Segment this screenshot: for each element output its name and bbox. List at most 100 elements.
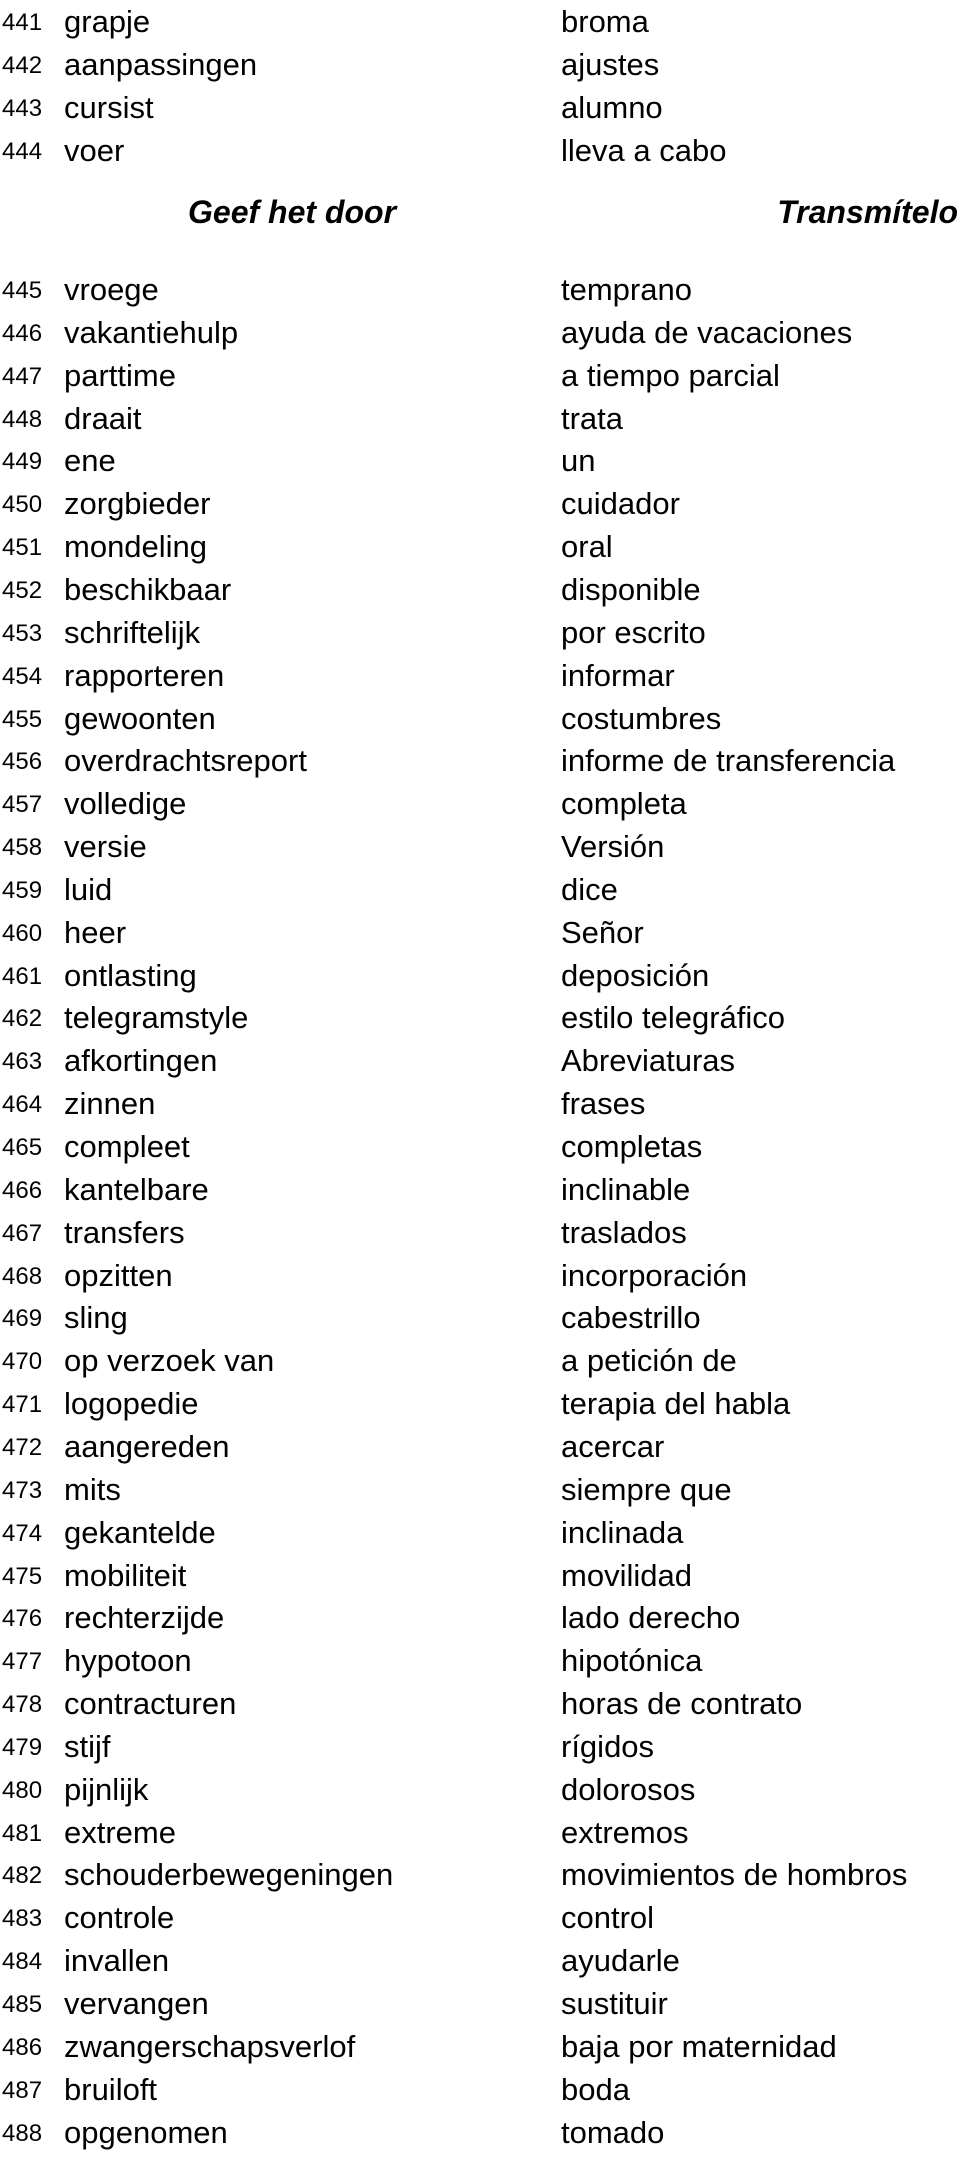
spanish-term: completas: [561, 1129, 703, 1164]
spanish-term: informe de transferencia: [561, 743, 896, 779]
dutch-term: op verzoek van: [64, 1343, 275, 1379]
vocab-row: 454 rapporteren informar: [0, 654, 960, 697]
entry-number: 482: [2, 1862, 43, 1890]
dutch-term: controle: [64, 1900, 175, 1936]
entry-number: 469: [2, 1305, 43, 1333]
dutch-term: compleet: [64, 1129, 190, 1164]
vocab-row: 468 opzitten incorporación: [0, 1254, 960, 1297]
entry-number: 488: [2, 2119, 43, 2147]
vocab-row: 486 zwangerschapsverlof baja por maternida…: [0, 2025, 960, 2068]
vocab-row: 443 cursist alumno: [0, 86, 960, 129]
dutch-term: cursist: [64, 89, 154, 125]
entry-number: 452: [2, 576, 43, 604]
vocab-row: 472 aangereden acercar: [0, 1425, 960, 1468]
spanish-term: ayuda de vacaciones: [561, 314, 853, 350]
vocab-row: 483 controle control: [0, 1896, 960, 1939]
vocab-row: 465 compleet completas: [0, 1125, 960, 1168]
spanish-term: baja por maternidad: [561, 2028, 837, 2064]
dutch-term: voer: [64, 132, 125, 168]
spanish-term: temprano: [561, 272, 692, 307]
spanish-term: traslados: [561, 1214, 687, 1250]
entry-number: 486: [2, 2033, 43, 2061]
spanish-term: sustituir: [561, 1986, 668, 2021]
vocab-row: 487 bruiloft boda: [0, 2068, 960, 2111]
entry-number: 460: [2, 919, 43, 947]
dutch-term: kantelbare: [64, 1171, 209, 1207]
spanish-term: estilo telegráfico: [561, 1000, 786, 1036]
dutch-term: beschikbaar: [64, 571, 232, 607]
entry-number: 455: [2, 705, 43, 733]
dutch-term: luid: [64, 871, 113, 907]
spanish-term: broma: [561, 4, 649, 39]
spanish-term: cuidador: [561, 486, 680, 522]
dutch-term: pijnlijk: [64, 1771, 149, 1807]
vocab-row: 477 hypotoon hipotónica: [0, 1639, 960, 1682]
spanish-term: incorporación: [561, 1257, 748, 1293]
spanish-term: inclinable: [561, 1171, 691, 1207]
entry-number: 471: [2, 1391, 43, 1419]
entry-number: 447: [2, 362, 43, 390]
spanish-term: disponible: [561, 571, 701, 607]
vocab-row: 450 zorgbieder cuidador: [0, 482, 960, 525]
spanish-term: acercar: [561, 1428, 665, 1464]
dutch-term: sling: [64, 1300, 128, 1336]
spanish-term: a tiempo parcial: [561, 357, 780, 393]
spanish-term: costumbres: [561, 700, 722, 736]
entry-number: 445: [2, 277, 43, 304]
spanish-term: hipotónica: [561, 1643, 703, 1679]
dutch-term: vervangen: [64, 1986, 209, 2021]
spanish-term: terapia del habla: [561, 1386, 791, 1422]
entry-number: 483: [2, 1905, 43, 1933]
spanish-term: ayudarle: [561, 1943, 680, 1979]
entry-number: 448: [2, 405, 43, 433]
entry-number: 453: [2, 619, 43, 647]
entry-number: 470: [2, 1348, 43, 1376]
dutch-term: mits: [64, 1471, 121, 1507]
entry-number: 474: [2, 1519, 43, 1547]
entry-number: 457: [2, 791, 43, 819]
dutch-term: invallen: [64, 1943, 170, 1979]
vocab-row: 473 mits siempre que: [0, 1468, 960, 1511]
entry-number: 487: [2, 2076, 43, 2104]
dutch-term: draait: [64, 400, 142, 436]
entry-number: 467: [2, 1219, 43, 1247]
entry-number: 466: [2, 1176, 43, 1204]
spanish-term: boda: [561, 2071, 630, 2107]
spanish-term: por escrito: [561, 614, 706, 650]
entry-number: 449: [2, 448, 43, 476]
vocab-row: 484 invallen ayudarle: [0, 1939, 960, 1982]
vocab-row: 462 telegramstyle estilo telegráfico: [0, 996, 960, 1039]
entry-number: 462: [2, 1005, 43, 1033]
spanish-term: trata: [561, 400, 624, 436]
spanish-term: lado derecho: [561, 1600, 741, 1636]
dutch-term: mondeling: [64, 529, 208, 565]
vocab-row: 455 gewoonten costumbres: [0, 697, 960, 740]
dutch-term: ene: [64, 443, 116, 479]
dutch-term: parttime: [64, 357, 176, 393]
spanish-term: Versión: [561, 829, 665, 865]
entry-number: 468: [2, 1262, 43, 1290]
dutch-term: overdrachtsreport: [64, 743, 307, 779]
entry-number: 480: [2, 1776, 43, 1804]
entry-number: 476: [2, 1605, 43, 1633]
vocab-row: 464 zinnen frases: [0, 1082, 960, 1125]
spanish-term: frases: [561, 1086, 646, 1122]
spanish-term: extremos: [561, 1814, 689, 1850]
spanish-term: control: [561, 1900, 655, 1936]
vocab-row: 476 rechterzijde lado derecho: [0, 1596, 960, 1639]
vocab-row: 461 ontlasting deposición: [0, 954, 960, 997]
dutch-term: opzitten: [64, 1257, 173, 1293]
entry-number: 464: [2, 1091, 43, 1119]
vocab-row: 463 afkortingen Abreviaturas: [0, 1039, 960, 1082]
entry-number: 465: [2, 1134, 43, 1161]
entry-number: 442: [2, 51, 43, 79]
spanish-term: Abreviaturas: [561, 1043, 736, 1079]
dutch-term: extreme: [64, 1814, 176, 1850]
entry-number: 450: [2, 491, 43, 519]
spanish-term: movilidad: [561, 1557, 692, 1593]
spanish-term: oral: [561, 529, 613, 565]
spanish-term: inclinada: [561, 1514, 684, 1550]
vocab-row: 467 transfers traslados: [0, 1211, 960, 1254]
vocab-row: 449 ene un: [0, 439, 960, 482]
entry-number: 479: [2, 1733, 43, 1761]
